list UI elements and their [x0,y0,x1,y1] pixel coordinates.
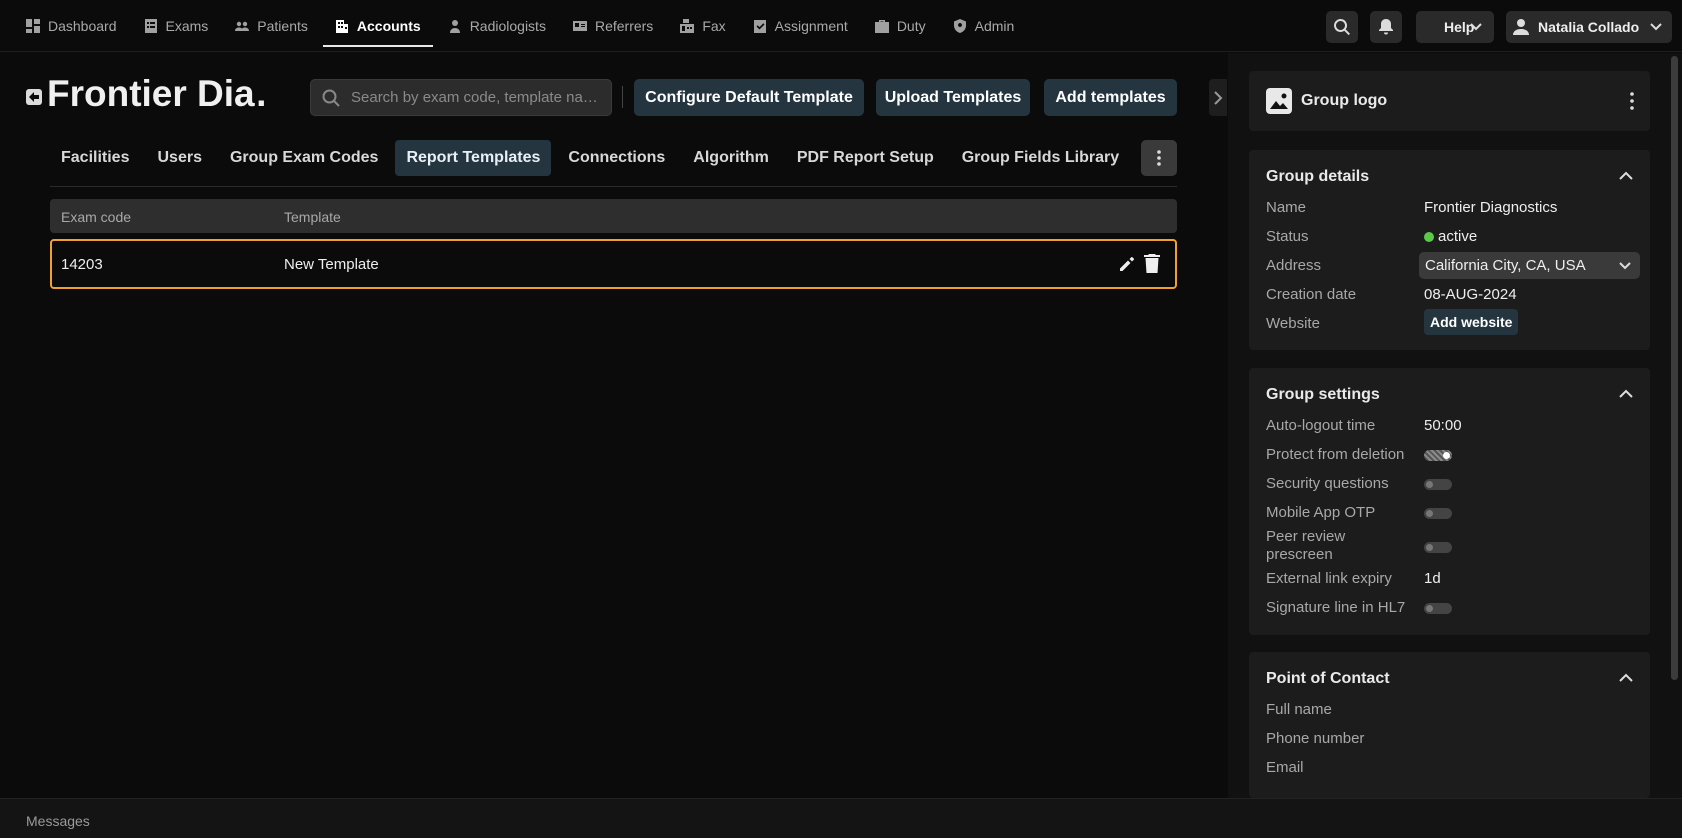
auto-logout-value[interactable]: 50:00 [1424,417,1462,434]
address-value: California City, CA, USA [1425,257,1586,274]
address-select[interactable]: California City, CA, USA [1419,252,1640,279]
group-details-card: Group details Name Frontier Diagnostics … [1249,150,1650,350]
signature-line-toggle[interactable] [1424,603,1452,614]
external-link-expiry-label: External link expiry [1266,570,1392,587]
email-label: Email [1266,759,1304,776]
chevron-down-icon [1619,262,1631,270]
tab-report-templates[interactable]: Report Templates [395,140,552,176]
creation-date-label: Creation date [1266,286,1357,303]
top-right-controls: Help Natalia Collado [0,11,1682,43]
global-search-button[interactable] [1326,11,1358,43]
website-label: Website [1266,315,1320,332]
search-icon [322,89,340,107]
user-menu[interactable]: Natalia Collado [1506,11,1672,43]
add-templates-button[interactable]: Add templates [1044,79,1177,116]
group-logo-card: Group logo [1249,71,1650,131]
protect-deletion-toggle[interactable] [1424,450,1452,461]
tab-connections[interactable]: Connections [557,140,676,176]
group-logo-title: Group logo [1301,92,1388,109]
user-name: Natalia Collado [1538,19,1640,35]
tabs-divider [50,186,1177,187]
group-settings-title: Group settings [1266,386,1380,403]
chevron-down-icon [1470,23,1482,31]
top-navigation-bar: Dashboard Exams Patients Accounts Radiol… [0,0,1682,52]
external-link-expiry-value[interactable]: 1d [1424,570,1441,587]
creation-date-value: 08-AUG-2024 [1424,286,1517,303]
account-tabs: Facilities Users Group Exam Codes Report… [50,140,1136,176]
toggle-sidebar-button[interactable] [1209,79,1227,116]
more-tabs-button[interactable] [1141,140,1177,176]
point-of-contact-card: Point of Contact Full name Phone number … [1249,652,1650,798]
tab-pdf-report-setup[interactable]: PDF Report Setup [786,140,945,176]
peer-review-toggle[interactable] [1424,542,1452,553]
help-dropdown[interactable]: Help [1416,11,1494,43]
tab-users[interactable]: Users [146,140,212,176]
back-button[interactable] [26,89,42,105]
name-value: Frontier Diagnostics [1424,199,1558,216]
tab-group-fields-library[interactable]: Group Fields Library [951,140,1130,176]
point-of-contact-title: Point of Contact [1266,670,1390,687]
tab-facilities[interactable]: Facilities [50,140,140,176]
table-header: Exam code Template [50,199,1177,233]
group-settings-card: Group settings Auto-logout time 50:00 Pr… [1249,368,1650,635]
toolbar-divider [622,86,623,108]
tab-algorithm[interactable]: Algorithm [682,140,780,176]
page-title: Frontier Dia… [47,73,267,114]
image-placeholder-icon[interactable] [1266,88,1292,114]
template-search [310,79,612,116]
chevron-down-icon [1650,23,1662,31]
add-website-button[interactable]: Add website [1424,309,1519,335]
table-row[interactable]: 14203 New Template [50,239,1177,289]
chevron-up-icon[interactable] [1619,171,1633,181]
column-header-exam-code[interactable]: Exam code [61,209,131,225]
address-label: Address [1266,257,1322,274]
peer-review-label-line1: Peer review [1266,528,1346,545]
arrow-left-icon [29,92,39,102]
phone-number-label: Phone number [1266,730,1365,747]
mobile-otp-toggle[interactable] [1424,508,1452,519]
group-details-title: Group details [1266,168,1370,185]
status-badge: active [1424,228,1477,245]
more-vertical-icon[interactable] [1630,92,1634,110]
edit-icon[interactable] [1118,255,1136,273]
peer-review-label: Peer review prescreen [1266,528,1345,564]
protect-deletion-label: Protect from deletion [1266,446,1405,463]
chevron-right-icon [1214,90,1223,105]
column-header-template[interactable]: Template [284,209,341,225]
security-questions-label: Security questions [1266,475,1389,492]
signature-line-label: Signature line in HL7 [1266,599,1406,616]
messages-bar[interactable]: Messages [0,798,1682,838]
group-sidebar: Group logo Group details Name Frontier D… [1228,53,1682,798]
user-icon [1513,19,1529,35]
bell-icon [1379,19,1393,35]
security-questions-toggle[interactable] [1424,479,1452,490]
full-name-label: Full name [1266,701,1332,718]
chevron-up-icon[interactable] [1619,673,1633,683]
notifications-button[interactable] [1370,11,1402,43]
chevron-up-icon[interactable] [1619,389,1633,399]
status-label: Status [1266,228,1309,245]
template-search-input[interactable] [351,80,607,115]
status-value: active [1438,228,1478,245]
sidebar-scrollbar[interactable] [1671,56,1678,680]
upload-templates-button[interactable]: Upload Templates [876,79,1030,116]
template-cell: New Template [284,256,379,273]
delete-icon[interactable] [1144,254,1160,273]
more-vertical-icon [1157,150,1161,166]
configure-default-template-button[interactable]: Configure Default Template [634,79,864,116]
name-label: Name [1266,199,1307,216]
exam-code-cell: 14203 [61,256,103,273]
peer-review-label-line2: prescreen [1266,546,1333,563]
mobile-otp-label: Mobile App OTP [1266,504,1376,521]
tab-group-exam-codes[interactable]: Group Exam Codes [219,140,389,176]
status-dot [1424,232,1434,242]
auto-logout-label: Auto-logout time [1266,417,1376,434]
messages-label: Messages [26,813,90,829]
search-icon [1334,19,1350,36]
